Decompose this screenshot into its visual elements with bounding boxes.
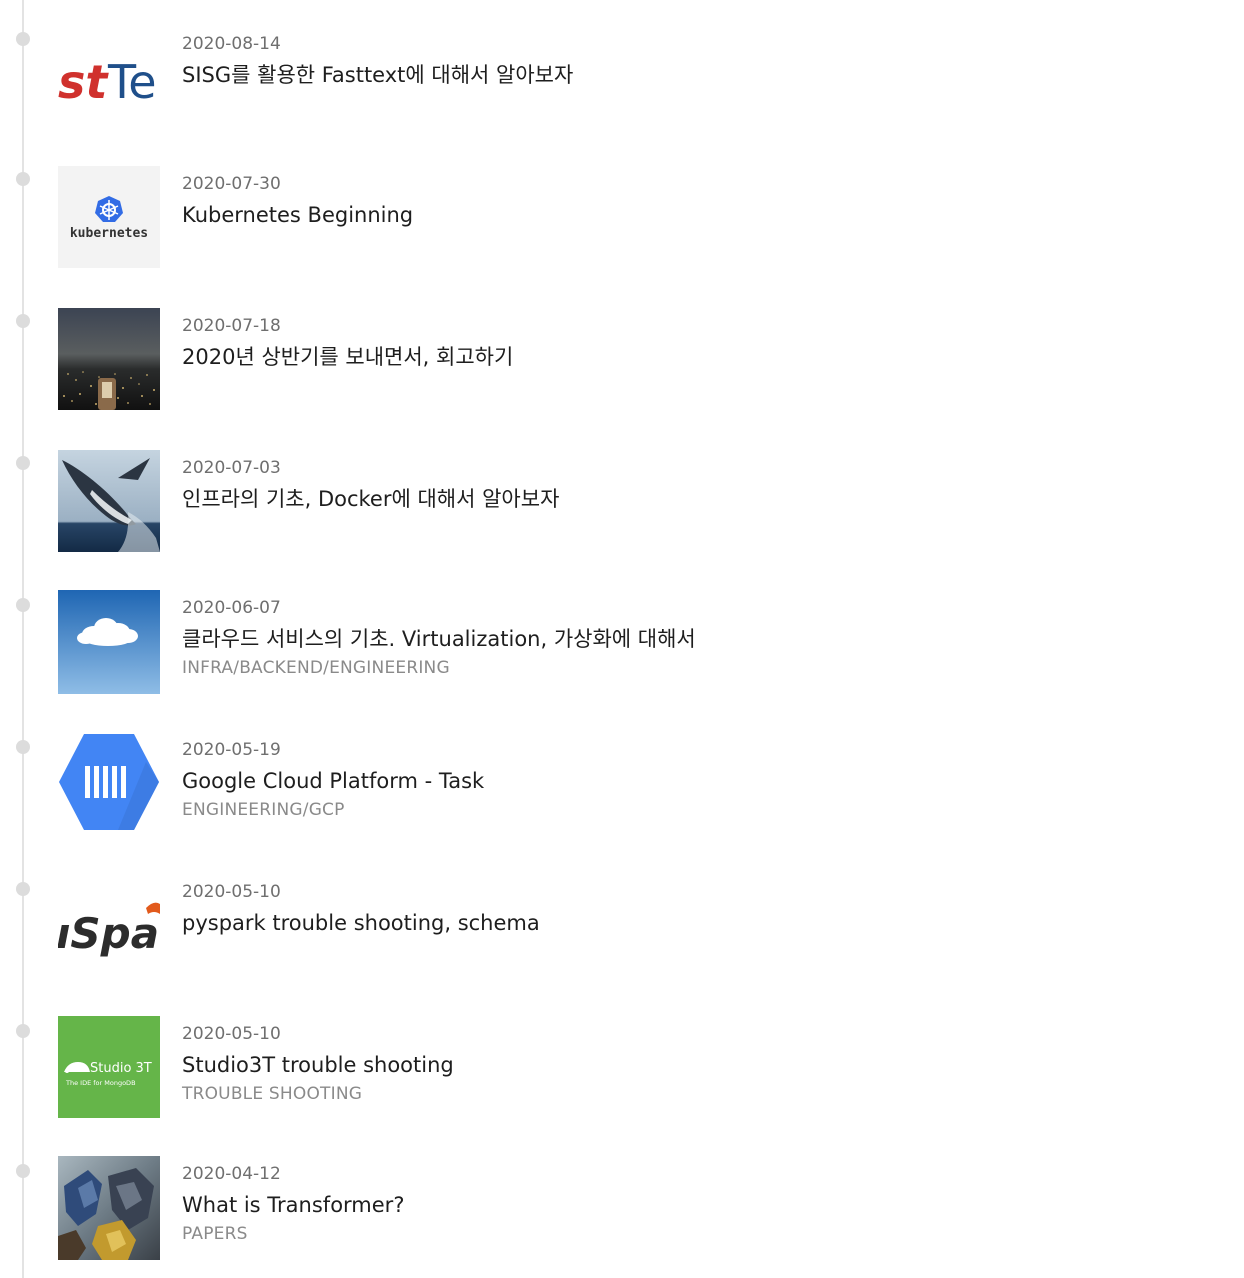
post-thumbnail[interactable]: st Te — [58, 26, 160, 128]
post-item[interactable]: 2020-07-18 2020년 상반기를 보내면서, 회고하기 — [0, 308, 1244, 412]
post-category[interactable]: TROUBLE SHOOTING — [182, 1084, 362, 1104]
timeline-dot — [16, 456, 30, 470]
post-category[interactable]: ENGINEERING/GCP — [182, 800, 345, 820]
post-item[interactable]: 2020-04-12 What is Transformer? PAPERS — [0, 1156, 1244, 1260]
timeline-dot — [16, 172, 30, 186]
gcp-tasks-logo — [58, 732, 160, 834]
post-item[interactable]: 2020-06-07 클라우드 서비스의 기초. Virtualization,… — [0, 590, 1244, 694]
post-item[interactable]: Studio 3T The IDE for MongoDB 2020-05-10… — [0, 1016, 1244, 1120]
cloud-sky-photo — [58, 590, 160, 694]
post-title[interactable]: Kubernetes Beginning — [182, 202, 413, 228]
post-category[interactable]: PAPERS — [182, 1224, 248, 1244]
transformer-robot-photo — [58, 1156, 160, 1260]
post-date: 2020-04-12 — [182, 1164, 281, 1184]
post-title[interactable]: pyspark trouble shooting, schema — [182, 910, 540, 936]
post-date: 2020-07-30 — [182, 174, 281, 194]
post-date: 2020-08-14 — [182, 34, 281, 54]
post-thumbnail[interactable]: Studio 3T The IDE for MongoDB — [58, 1016, 160, 1118]
spark-logo: ıSpar — [58, 874, 160, 976]
studio3t-logo-subtext: The IDE for MongoDB — [65, 1079, 136, 1087]
svg-text:kubernetes: kubernetes — [70, 226, 148, 241]
post-date: 2020-05-10 — [182, 1024, 281, 1044]
timeline-dot — [16, 598, 30, 612]
whale-photo — [58, 450, 160, 552]
post-category[interactable]: INFRA/BACKEND/ENGINEERING — [182, 658, 450, 678]
timeline-dot — [16, 740, 30, 754]
svg-text:ıSpar: ıSpar — [58, 909, 160, 958]
fasttext-logo-text: st — [58, 55, 109, 109]
post-thumbnail[interactable] — [58, 308, 160, 410]
post-title[interactable]: What is Transformer? — [182, 1192, 404, 1218]
timeline-dot — [16, 1164, 30, 1178]
fasttext-logo-image: st Te — [58, 26, 160, 128]
post-title[interactable]: 클라우드 서비스의 기초. Virtualization, 가상화에 대해서 — [182, 626, 696, 652]
post-item[interactable]: st Te 2020-08-14 SISG를 활용한 Fasttext에 대해서… — [0, 26, 1244, 130]
post-item[interactable]: ıSpar 2020-05-10 pyspark trouble shootin… — [0, 874, 1244, 978]
post-item[interactable]: kubernetes 2020-07-30 Kubernetes Beginni… — [0, 166, 1244, 270]
post-date: 2020-06-07 — [182, 598, 281, 618]
studio3t-logo-text: Studio 3T — [90, 1061, 152, 1076]
post-item[interactable]: 2020-05-19 Google Cloud Platform - Task … — [0, 732, 1244, 836]
city-night-photo — [58, 308, 160, 410]
svg-text:Te: Te — [107, 55, 157, 109]
post-title[interactable]: 인프라의 기초, Docker에 대해서 알아보자 — [182, 486, 559, 512]
timeline-dot — [16, 314, 30, 328]
post-title[interactable]: Studio3T trouble shooting — [182, 1052, 454, 1078]
post-title[interactable]: Google Cloud Platform - Task — [182, 768, 484, 794]
post-thumbnail[interactable]: ıSpar — [58, 874, 160, 976]
kubernetes-logo-image: kubernetes — [58, 166, 160, 268]
post-thumbnail[interactable] — [58, 590, 160, 694]
post-thumbnail[interactable]: kubernetes — [58, 166, 160, 268]
studio3t-logo: Studio 3T The IDE for MongoDB — [58, 1016, 160, 1118]
timeline-dot — [16, 32, 30, 46]
post-thumbnail[interactable] — [58, 450, 160, 552]
post-date: 2020-05-19 — [182, 740, 281, 760]
timeline-dot — [16, 1024, 30, 1038]
post-thumbnail[interactable] — [58, 1156, 160, 1260]
timeline-dot — [16, 882, 30, 896]
post-date: 2020-07-03 — [182, 458, 281, 478]
post-title[interactable]: SISG를 활용한 Fasttext에 대해서 알아보자 — [182, 62, 573, 88]
post-thumbnail[interactable] — [58, 732, 160, 834]
post-date: 2020-07-18 — [182, 316, 281, 336]
post-title[interactable]: 2020년 상반기를 보내면서, 회고하기 — [182, 344, 513, 370]
post-item[interactable]: 2020-07-03 인프라의 기초, Docker에 대해서 알아보자 — [0, 450, 1244, 554]
post-date: 2020-05-10 — [182, 882, 281, 902]
